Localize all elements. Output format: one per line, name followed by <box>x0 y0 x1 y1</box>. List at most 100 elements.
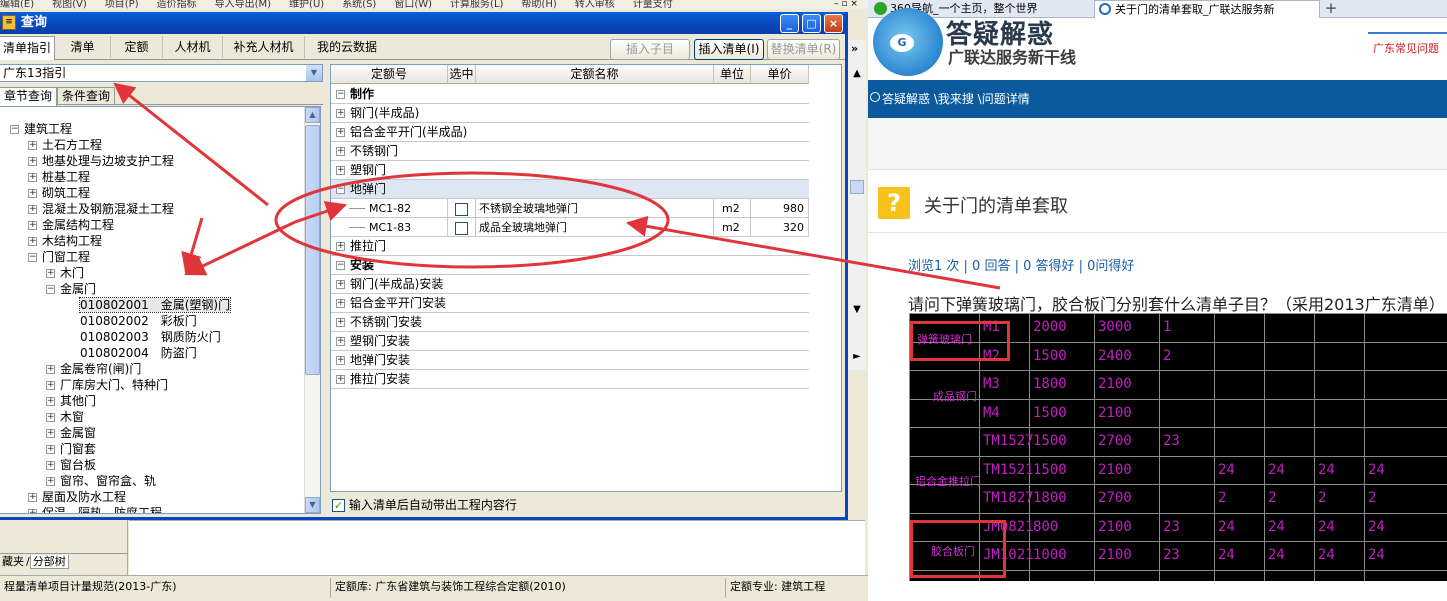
insert-child-button[interactable]: 插入子目 <box>610 39 690 60</box>
tab-my-cloud-data[interactable]: 我的云数据 <box>305 36 389 58</box>
expand-icon[interactable]: + <box>28 141 37 150</box>
tree-leaf-list-item[interactable]: 010802002 彩板门 <box>80 313 197 329</box>
select-cell[interactable] <box>448 199 476 218</box>
tab-quota[interactable]: 定额 <box>111 36 163 58</box>
tree-node[interactable]: + 窗帘、窗帘盒、轨 <box>46 473 156 489</box>
expand-icon[interactable]: + <box>336 166 345 175</box>
tab-condition-query[interactable]: 条件查询 <box>57 87 115 105</box>
expand-icon[interactable]: + <box>28 205 37 214</box>
tree-node[interactable]: + 地基处理与边坡支护工程 <box>28 153 174 169</box>
quota-grid[interactable]: 定额号 选中 定额名称 单位 单价 − 制作 + 钢门(半成品) + 铝合金平开门(半成品… <box>330 64 842 492</box>
tree-node[interactable]: − 门窗工程 <box>28 249 90 265</box>
expand-icon[interactable]: + <box>46 477 55 486</box>
expand-icon[interactable]: + <box>46 429 55 438</box>
tree-node[interactable]: + 保温、隔热、防腐工程 <box>28 505 162 513</box>
app-vertical-scrollbar[interactable]: ▲ ▼ ► <box>848 40 866 370</box>
menu-item[interactable]: 计算服务(L) <box>450 0 503 9</box>
quota-subgroup-row[interactable]: + 钢门(半成品) <box>331 104 809 123</box>
tree-node[interactable]: − 金属门 <box>46 281 96 297</box>
tree-node[interactable]: + 砌筑工程 <box>28 185 90 201</box>
expand-icon[interactable]: + <box>336 356 345 365</box>
expand-icon[interactable]: + <box>28 493 37 502</box>
browser-tab-question[interactable]: 关于门的清单套取_广联达服务新 <box>1094 0 1320 18</box>
quota-subgroup-row[interactable]: + 塑钢门安装 <box>331 332 809 351</box>
expand-icon[interactable]: + <box>28 157 37 166</box>
tree-node[interactable]: + 金属结构工程 <box>28 217 114 233</box>
tab-supplement-lmm[interactable]: 补充人材机 <box>223 36 305 58</box>
menu-item[interactable]: 窗口(W) <box>394 0 432 9</box>
col-unit-price[interactable]: 单价 <box>751 65 809 84</box>
tab-list-guide[interactable]: 清单指引 <box>0 36 55 60</box>
expand-icon[interactable]: + <box>46 461 55 470</box>
quota-subgroup-row[interactable]: + 塑钢门 <box>331 161 809 180</box>
tree-node[interactable]: + 木窗 <box>46 409 84 425</box>
app-window-controls[interactable]: – ▫ × <box>834 0 864 9</box>
tab-division-tree[interactable]: 分部树 <box>29 555 69 569</box>
maximize-button[interactable]: □ <box>802 14 821 33</box>
guide-library-select[interactable]: 广东13指引 ▼ <box>0 64 323 82</box>
search-box-edge[interactable] <box>1368 32 1447 34</box>
tree-node[interactable]: + 门窗套 <box>46 441 96 457</box>
expand-icon[interactable]: + <box>336 109 345 118</box>
insert-list-button[interactable]: 插入清单(I) <box>694 39 764 60</box>
auto-bring-work-content-option[interactable]: 输入清单后自动带出工程内容行 <box>332 496 732 514</box>
expand-icon[interactable]: + <box>46 445 55 454</box>
tree-scrollbar[interactable]: ▲ ▼ <box>304 107 320 513</box>
new-tab-button[interactable]: + <box>1323 0 1339 18</box>
tab-list[interactable]: 清单 <box>55 36 111 58</box>
expand-icon[interactable]: + <box>336 375 345 384</box>
scroll-right-arrow-icon[interactable]: ► <box>850 350 864 364</box>
scroll-thumb[interactable] <box>305 125 320 375</box>
collapse-icon[interactable]: − <box>336 185 345 194</box>
tab-chapter-query[interactable]: 章节查询 <box>0 87 57 106</box>
select-checkbox[interactable] <box>455 202 468 216</box>
tree-node[interactable]: + 木门 <box>46 265 84 281</box>
close-button[interactable]: × <box>824 14 843 33</box>
expand-icon[interactable]: + <box>46 269 55 278</box>
quota-subgroup-row[interactable]: + 推拉门 <box>331 237 809 256</box>
tree-node[interactable]: + 混凝土及钢筋混凝土工程 <box>28 201 174 217</box>
dialog-titlebar[interactable]: 查询 <box>0 12 845 34</box>
quota-subgroup-row[interactable]: + 钢门(半成品)安装 <box>331 275 809 294</box>
scroll-thumb[interactable] <box>850 180 864 194</box>
expand-icon[interactable]: + <box>28 237 37 246</box>
quota-subgroup-row[interactable]: + 铝合金平开门(半成品) <box>331 123 809 142</box>
menu-item[interactable]: 视图(V) <box>52 0 87 9</box>
scroll-down-arrow-icon[interactable]: ▼ <box>850 303 864 317</box>
expand-icon[interactable]: + <box>336 242 345 251</box>
tree-node[interactable]: − 建筑工程 <box>10 121 72 137</box>
scroll-up-arrow-icon[interactable]: ▲ <box>850 67 864 81</box>
tab-labor-material-machine[interactable]: 人材机 <box>163 36 223 58</box>
tree-leaf-list-item[interactable]: 010802003 钢质防火门 <box>80 329 221 345</box>
collapse-icon[interactable]: − <box>336 261 345 270</box>
expand-icon[interactable]: + <box>28 173 37 182</box>
expand-icon[interactable]: + <box>336 299 345 308</box>
expand-icon[interactable]: + <box>336 147 345 156</box>
quota-subgroup-row[interactable]: + 推拉门安装 <box>331 370 809 389</box>
expand-icon[interactable]: + <box>28 509 37 513</box>
expand-icon[interactable]: + <box>336 337 345 346</box>
scroll-up-arrow-icon[interactable]: ▲ <box>305 107 320 123</box>
menu-item[interactable]: 系统(S) <box>342 0 376 9</box>
menu-item[interactable]: 计量支付 <box>633 0 673 9</box>
col-quota-code[interactable]: 定额号 <box>331 65 448 84</box>
menu-item[interactable]: 编辑(E) <box>0 0 34 9</box>
auto-bring-checkbox[interactable] <box>332 499 345 512</box>
collapse-icon[interactable]: − <box>336 90 345 99</box>
menu-item[interactable]: 造价指标 <box>157 0 197 9</box>
tree-node[interactable]: + 土石方工程 <box>28 137 102 153</box>
chevron-down-icon[interactable]: ▼ <box>306 65 322 81</box>
guangdong-faq-link[interactable]: 广东常见问题 <box>1373 40 1439 56</box>
quota-subgroup-row[interactable]: + 地弹门安装 <box>331 351 809 370</box>
expand-icon[interactable]: + <box>336 280 345 289</box>
toolbar-overflow-button[interactable]: » <box>851 42 865 56</box>
collapse-icon[interactable]: − <box>10 125 19 134</box>
quota-item-row[interactable]: MC1-83 成品全玻璃地弹门 m2 320 <box>331 218 809 237</box>
tree-node[interactable]: + 窗台板 <box>46 457 96 473</box>
tree-node[interactable]: + 厂库房大门、特种门 <box>46 377 168 393</box>
expand-icon[interactable]: + <box>46 413 55 422</box>
quota-subgroup-row[interactable]: + 不锈钢门安装 <box>331 313 809 332</box>
expand-icon[interactable]: + <box>28 221 37 230</box>
expand-icon[interactable]: + <box>46 381 55 390</box>
tree-node[interactable]: + 金属窗 <box>46 425 96 441</box>
